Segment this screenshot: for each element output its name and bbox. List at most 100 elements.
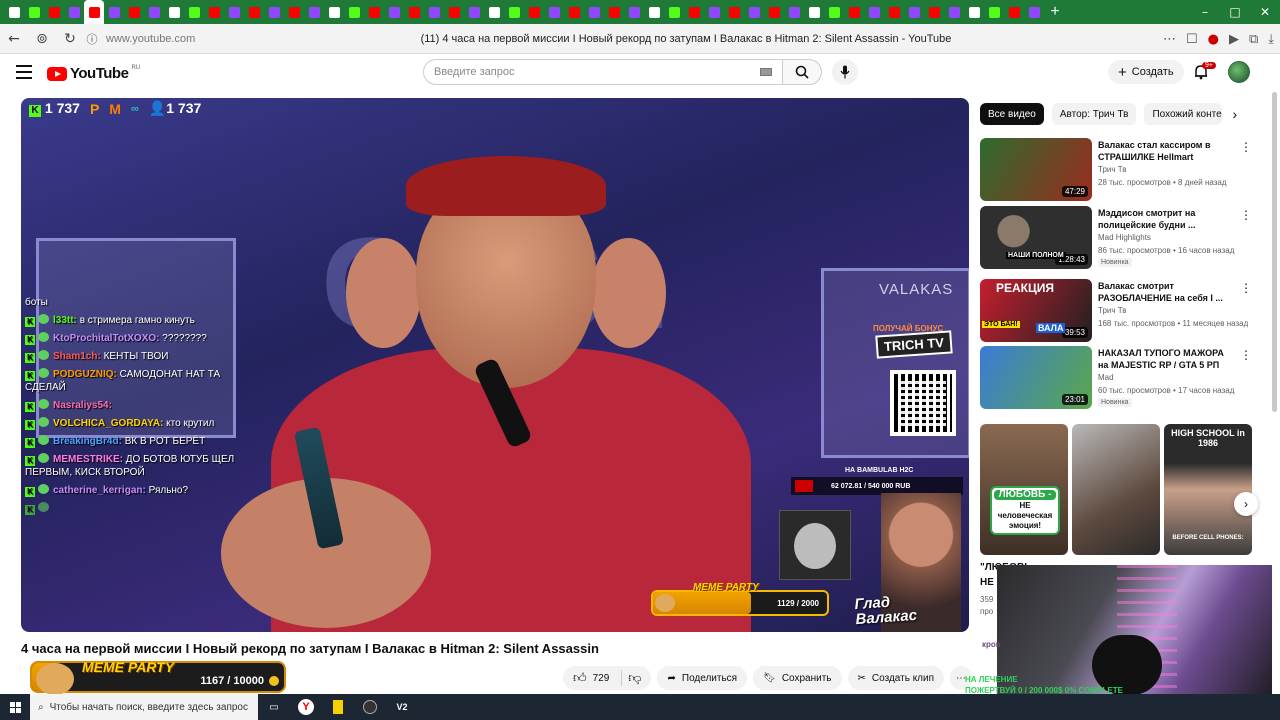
clip-button[interactable]: ✂ Создать клип [847,666,945,690]
url-field[interactable]: www.youtube.com [106,33,376,45]
browser-tab[interactable] [4,0,24,24]
browser-tab[interactable] [504,0,524,24]
recommendation-card[interactable]: 47:29 Валакас стал кассиром в СТРАШИЛКЕ H… [980,138,1252,202]
browser-tab[interactable] [524,0,544,24]
video-title[interactable]: Валакас стал кассиром в СТРАШИЛКЕ Hellma… [1098,139,1234,163]
recommendation-card[interactable]: 39:53 РЕАКЦИЯ ЭТО БАН! ВАЛА Валакас смотрит … [980,279,1252,343]
browser-tab[interactable] [1004,0,1024,24]
like-button[interactable]: 👍︎ 729 👎︎ [563,666,652,690]
browser-tab[interactable] [404,0,424,24]
browser-tab[interactable] [144,0,164,24]
browser-tab[interactable] [544,0,564,24]
yandex-browser-icon[interactable]: Y [290,694,322,720]
browser-tab[interactable] [464,0,484,24]
close-icon[interactable]: ✕ [1250,5,1280,19]
task-view-icon[interactable]: ▭ [258,694,290,720]
video-thumbnail[interactable]: 1:28:43 НАШИ ПОЛНОМ [980,206,1092,269]
media-icon[interactable]: ▶ [1229,32,1239,47]
video-title[interactable]: НАКАЗАЛ ТУПОГО МАЖОРА на MAJESTIC RP / G… [1098,347,1234,371]
browser-tab[interactable] [384,0,404,24]
short-card[interactable]: ЛЮБОВЬ - НЕ человеческая эмоция! [980,424,1068,555]
browser-tab[interactable] [224,0,244,24]
bookmark-icon[interactable]: ☐ [1186,32,1198,47]
browser-tab[interactable] [924,0,944,24]
obs-icon[interactable] [354,694,386,720]
browser-tab[interactable] [904,0,924,24]
browser-tab[interactable] [24,0,44,24]
minimize-icon[interactable]: – [1190,5,1220,19]
browser-tab[interactable] [784,0,804,24]
browser-tab[interactable] [864,0,884,24]
short-caption-2[interactable]: НЕ [980,577,994,588]
search-button[interactable] [782,59,822,85]
browser-tab[interactable] [984,0,1004,24]
video-player[interactable]: G S. VALAKAS K 1 737 P M ∞ 👤1 737 ПОЛУЧА… [21,98,969,632]
recommendation-card[interactable]: 23:01 НАКАЗАЛ ТУПОГО МАЖОРА на MAJESTIC R… [980,346,1252,410]
shield-icon[interactable]: ⊚ [28,31,56,47]
video-title[interactable]: Мэддисон смотрит на полицейские будни ..… [1098,207,1234,231]
browser-tab[interactable] [44,0,64,24]
thumbs-down-icon[interactable]: 👎︎ [628,670,641,686]
browser-tab[interactable] [484,0,504,24]
browser-tab[interactable] [584,0,604,24]
browser-tab[interactable] [564,0,584,24]
maximize-icon[interactable]: □ [1220,5,1250,19]
short-card[interactable]: HIGH SCHOOL in 1986 BEFORE CELL PHONES: [1164,424,1252,555]
short-card[interactable] [1072,424,1160,555]
share-button[interactable]: ➦ Поделиться [657,666,748,690]
browser-tab[interactable] [444,0,464,24]
new-tab-icon[interactable]: + [1044,3,1066,21]
browser-tab[interactable] [104,0,124,24]
browser-tab[interactable] [824,0,844,24]
video-thumbnail[interactable]: 39:53 РЕАКЦИЯ ЭТО БАН! ВАЛА [980,279,1092,342]
browser-tab[interactable] [84,0,104,24]
collections-icon[interactable]: ⧉ [1249,32,1258,47]
download-icon[interactable]: ⤓ [1268,32,1274,47]
back-icon[interactable]: ← [0,31,28,47]
browser-tab[interactable] [324,0,344,24]
video-title[interactable]: Валакас смотрит РАЗОБЛАЧЕНИЕ на себя I .… [1098,280,1234,304]
youtube-badge-icon[interactable]: ● [1208,32,1219,47]
filter-chip[interactable]: Похожий контент [1144,103,1223,125]
v2-app-icon[interactable]: V2 [386,694,418,720]
browser-tab[interactable] [764,0,784,24]
voice-search-button[interactable] [832,59,858,85]
browser-tab[interactable] [184,0,204,24]
browser-tab[interactable] [244,0,264,24]
browser-tab[interactable] [204,0,224,24]
browser-tab[interactable] [624,0,644,24]
browser-tab[interactable] [124,0,144,24]
scrollbar[interactable] [1270,92,1278,692]
site-info-icon[interactable]: ⓘ [84,31,100,47]
channel-name[interactable]: Трич Тв [1098,165,1127,174]
browser-tab[interactable] [964,0,984,24]
scrollbar-thumb[interactable] [1272,92,1277,412]
browser-tab[interactable] [884,0,904,24]
browser-tab[interactable] [644,0,664,24]
more-icon[interactable]: ⋯ [1163,32,1176,47]
browser-tab[interactable] [284,0,304,24]
browser-tab[interactable] [804,0,824,24]
browser-tab[interactable] [344,0,364,24]
browser-tab[interactable] [264,0,284,24]
keyboard-icon[interactable] [760,68,772,76]
browser-tab[interactable] [684,0,704,24]
browser-tab[interactable] [424,0,444,24]
avatar[interactable] [1228,61,1250,83]
browser-tab[interactable] [664,0,684,24]
create-button[interactable]: + Создать [1108,60,1184,84]
shorts-next-button[interactable]: › [1234,492,1258,516]
browser-tab[interactable] [724,0,744,24]
youtube-logo[interactable]: YouTube RU [47,65,140,82]
more-vert-icon[interactable]: ⋮ [1240,140,1252,154]
search-input[interactable]: Введите запрос [423,59,783,85]
browser-tab[interactable] [844,0,864,24]
channel-name[interactable]: Mad [1098,373,1114,382]
recommendation-card[interactable]: 1:28:43 НАШИ ПОЛНОМ Мэддисон смотрит на по… [980,206,1252,270]
browser-tab[interactable] [64,0,84,24]
taskbar-search[interactable]: ⌕ Чтобы начать поиск, введите здесь запр… [30,694,258,720]
video-thumbnail[interactable]: 23:01 [980,346,1092,409]
menu-icon[interactable] [16,65,32,83]
channel-name[interactable]: Mad Highlights [1098,233,1151,242]
app-yellow-icon[interactable] [322,694,354,720]
